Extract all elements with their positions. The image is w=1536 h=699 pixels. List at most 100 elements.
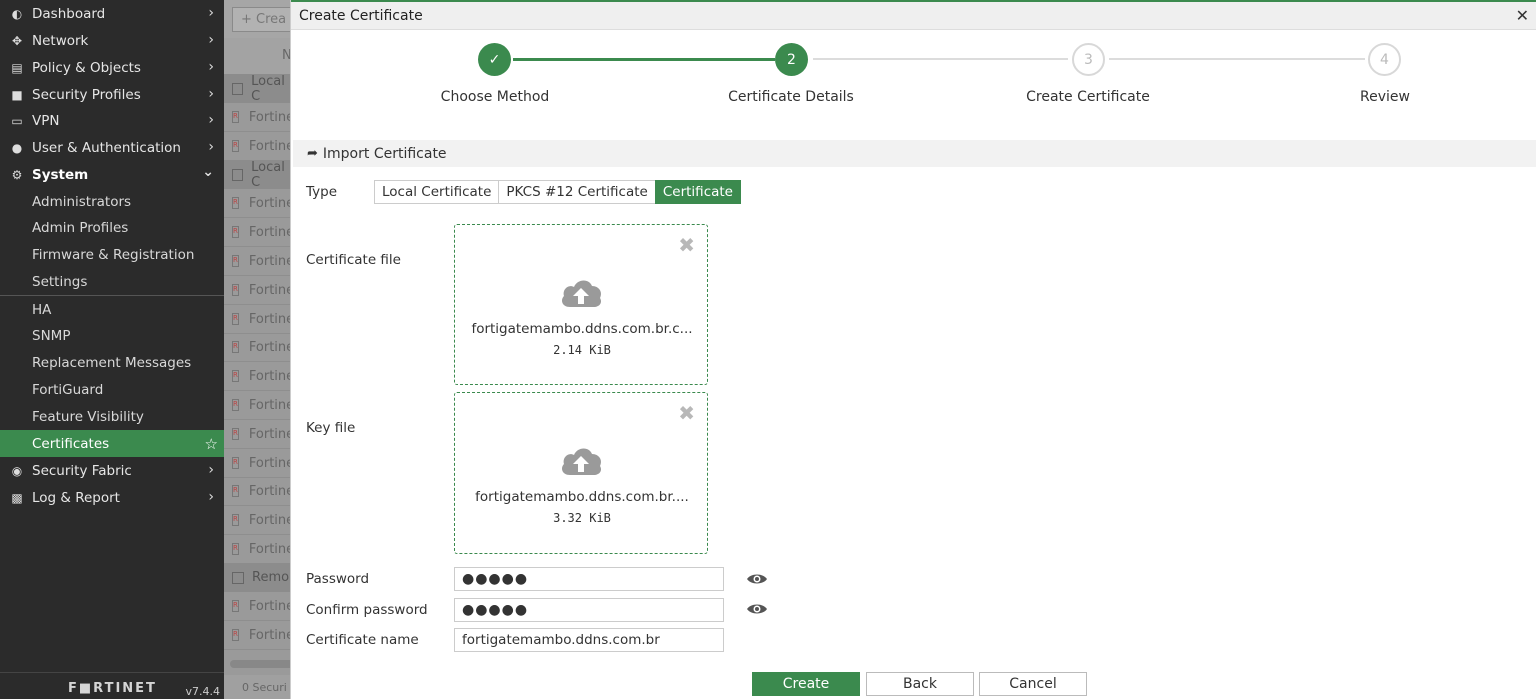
bg-row: R Fortine <box>224 592 294 621</box>
bg-row: R Fortine <box>224 391 294 420</box>
sidebar-item-administrators[interactable]: Administrators <box>0 188 224 215</box>
type-option-certificate[interactable]: Certificate <box>654 180 741 204</box>
sidebar-item-label: Admin Profiles <box>32 219 129 236</box>
network-icon: ✥ <box>11 33 23 48</box>
certificate-name-label: Certificate name <box>306 632 419 648</box>
chevron-down-icon: ⌄ <box>202 164 214 180</box>
remove-file-icon[interactable]: ✖ <box>678 233 695 257</box>
key-file-name: fortigatemambo.ddns.com.br.... <box>475 489 689 505</box>
step-4-circle: 4 <box>1368 43 1401 76</box>
certificate-name-field[interactable]: fortigatemambo.ddns.com.br <box>454 628 724 652</box>
chart-icon: ▩ <box>11 490 23 505</box>
step-2-circle: 2 <box>775 43 808 76</box>
step-2-label: Certificate Details <box>728 89 854 105</box>
password-label: Password <box>306 571 370 587</box>
bg-row: R Fortine <box>224 247 294 276</box>
step-3-circle: 3 <box>1072 43 1105 76</box>
bg-row: R Fortine <box>224 276 294 305</box>
nav-vpn[interactable]: ▭ VPN › <box>0 107 224 134</box>
nav-dashboard[interactable]: ◐ Dashboard › <box>0 0 224 27</box>
show-password-eye-icon[interactable] <box>746 602 768 616</box>
nav-label: Network <box>32 32 89 49</box>
sidebar-item-ha[interactable]: HA <box>0 296 224 323</box>
bg-group: Local C <box>224 160 294 190</box>
key-file-label: Key file <box>306 420 356 436</box>
chevron-right-icon: › <box>208 139 214 155</box>
create-button[interactable]: Create <box>752 672 860 696</box>
key-file-dropzone[interactable]: ✖ fortigatemambo.ddns.com.br.... 3.32 Ki… <box>454 392 708 554</box>
sidebar-item-fortiguard[interactable]: FortiGuard <box>0 376 224 403</box>
nav-label: VPN <box>32 112 60 129</box>
star-icon[interactable]: ☆ <box>205 435 218 453</box>
type-option-local[interactable]: Local Certificate <box>374 180 500 204</box>
bg-row: R Fortine <box>224 535 294 564</box>
nav-user-auth[interactable]: ● User & Authentication › <box>0 134 224 161</box>
version-label: v7.4.4 <box>185 685 221 698</box>
confirm-password-field[interactable]: ●●●●● <box>454 598 724 622</box>
chevron-right-icon: › <box>208 59 214 75</box>
fabric-icon: ◉ <box>11 463 23 478</box>
lock-icon: ■ <box>11 87 23 102</box>
nav-label: System <box>32 166 89 183</box>
nav-label: Dashboard <box>32 5 106 22</box>
type-label: Type <box>306 184 338 200</box>
sidebar-item-feature-visibility[interactable]: Feature Visibility <box>0 403 224 430</box>
chevron-right-icon: › <box>208 32 214 48</box>
sidebar-item-replacement-messages[interactable]: Replacement Messages <box>0 349 224 376</box>
policy-icon: ▤ <box>11 60 23 75</box>
brand-logo: F■RTINET <box>68 681 157 696</box>
type-option-pkcs12[interactable]: PKCS #12 Certificate <box>498 180 656 204</box>
nav-security-fabric[interactable]: ◉ Security Fabric › <box>0 457 224 484</box>
sidebar-item-label: SNMP <box>32 327 71 344</box>
step-connector <box>1109 58 1365 60</box>
step-1-label: Choose Method <box>440 89 550 105</box>
sidebar-item-firmware[interactable]: Firmware & Registration <box>0 241 224 268</box>
chevron-right-icon: › <box>208 112 214 128</box>
bg-row: R Fortine <box>224 420 294 449</box>
sidebar-item-snmp[interactable]: SNMP <box>0 322 224 349</box>
bg-status: 0 Securi <box>224 675 294 699</box>
sidebar-item-admin-profiles[interactable]: Admin Profiles <box>0 214 224 241</box>
sidebar-item-label: Certificates <box>32 435 110 452</box>
sidebar-item-label: Feature Visibility <box>32 408 144 425</box>
nav-network[interactable]: ✥ Network › <box>0 27 224 54</box>
create-certificate-dialog: Create Certificate ✕ ✓ 2 3 4 Choose Meth… <box>290 0 1536 699</box>
bg-row: R Fortine <box>224 506 294 535</box>
nav-system[interactable]: ⚙ System ⌄ <box>0 161 224 188</box>
nav-policy-objects[interactable]: ▤ Policy & Objects › <box>0 54 224 81</box>
bg-row: R Fortine <box>224 477 294 506</box>
sidebar-item-label: FortiGuard <box>32 381 104 398</box>
bg-create-button: + Crea <box>232 7 294 32</box>
back-button[interactable]: Back <box>866 672 974 696</box>
step-1-check-icon: ✓ <box>478 43 511 76</box>
sidebar-item-settings[interactable]: Settings <box>0 268 224 295</box>
monitor-icon: ▭ <box>11 113 23 128</box>
nav-security-profiles[interactable]: ■ Security Profiles › <box>0 81 224 108</box>
key-file-size: 3.32 KiB <box>553 511 611 525</box>
step-connector <box>813 58 1068 60</box>
confirm-password-label: Confirm password <box>306 602 428 618</box>
bg-row: R Fortine <box>224 218 294 247</box>
show-password-eye-icon[interactable] <box>746 572 768 586</box>
import-icon: ➦ <box>307 146 318 161</box>
close-icon[interactable]: ✕ <box>1516 6 1529 25</box>
sidebar-item-label: HA <box>32 301 52 318</box>
remove-file-icon[interactable]: ✖ <box>678 401 695 425</box>
nav-log-report[interactable]: ▩ Log & Report › <box>0 484 224 511</box>
sidebar-item-certificates[interactable]: Certificates ☆ <box>0 430 224 457</box>
bg-row: R Fortine <box>224 333 294 362</box>
bg-row: R Fortine <box>224 103 294 132</box>
bg-row: R Fortine <box>224 621 294 650</box>
bg-scrollbar <box>230 660 294 668</box>
sidebar-item-label: Replacement Messages <box>32 354 192 371</box>
bg-column-header: N <box>224 38 294 74</box>
cancel-button[interactable]: Cancel <box>979 672 1087 696</box>
cert-file-dropzone[interactable]: ✖ fortigatemambo.ddns.com.br.c... 2.14 K… <box>454 224 708 385</box>
upload-cloud-icon <box>562 448 602 475</box>
bg-row: R Fortine <box>224 362 294 391</box>
password-field[interactable]: ●●●●● <box>454 567 724 591</box>
sidebar-footer: F■RTINET v7.4.4 <box>0 672 224 699</box>
section-header: ➦ Import Certificate <box>293 140 1536 167</box>
bg-row: R Fortine <box>224 132 294 161</box>
background-list: + Crea N Local C R Fortine R Fortine Local… <box>224 0 294 699</box>
